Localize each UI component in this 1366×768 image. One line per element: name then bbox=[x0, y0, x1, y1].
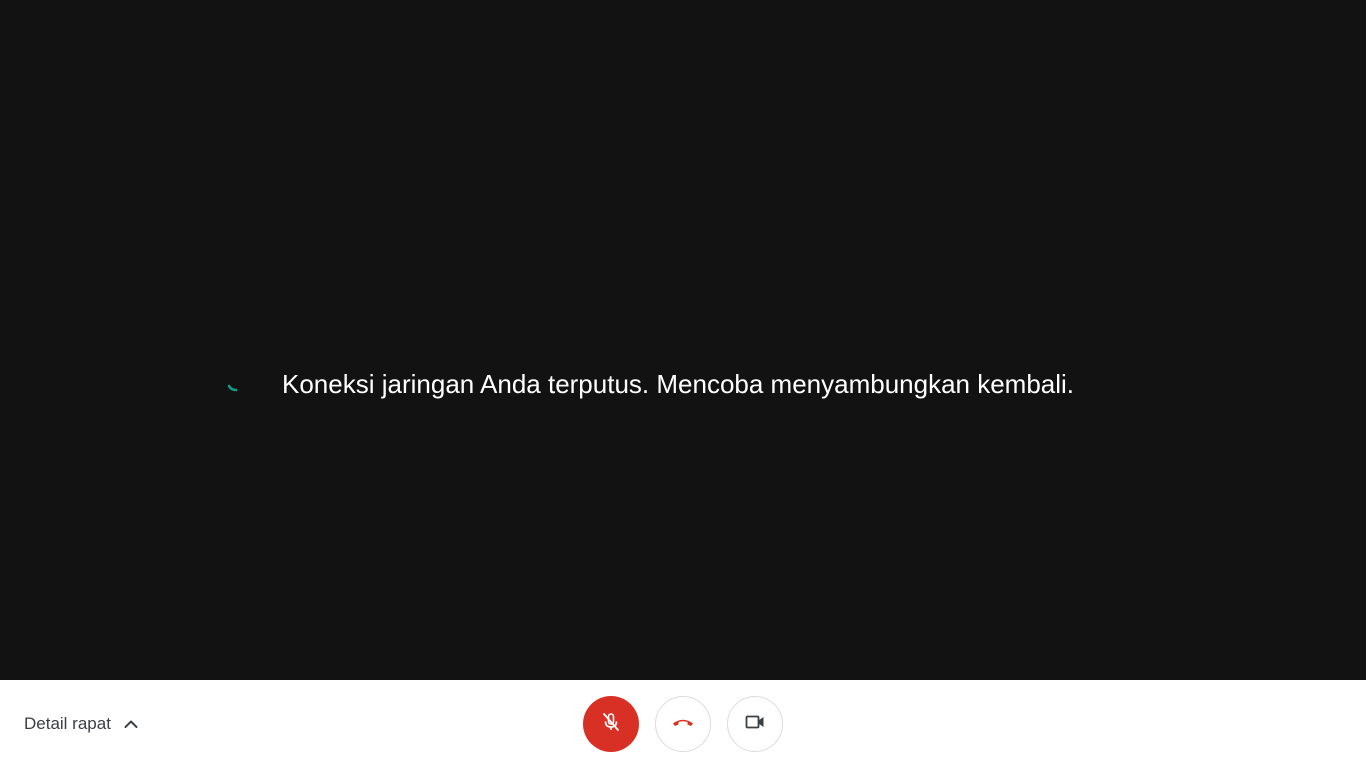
hang-up-icon bbox=[670, 709, 696, 740]
chevron-up-icon bbox=[123, 716, 139, 732]
loading-spinner-icon bbox=[226, 374, 246, 394]
reconnect-message: Koneksi jaringan Anda terputus. Mencoba … bbox=[282, 368, 1075, 399]
camera-toggle-button[interactable] bbox=[727, 696, 783, 752]
bottom-control-bar: Detail rapat bbox=[0, 680, 1366, 768]
microphone-toggle-button[interactable] bbox=[583, 696, 639, 752]
videocam-icon bbox=[743, 710, 767, 739]
meeting-stage: Koneksi jaringan Anda terputus. Mencoba … bbox=[0, 0, 1366, 680]
call-controls bbox=[583, 696, 783, 752]
meeting-details-toggle[interactable]: Detail rapat bbox=[24, 680, 139, 768]
mic-off-icon bbox=[599, 710, 623, 739]
leave-call-button[interactable] bbox=[655, 696, 711, 752]
reconnect-notice: Koneksi jaringan Anda terputus. Mencoba … bbox=[226, 364, 1074, 404]
meeting-details-label: Detail rapat bbox=[24, 714, 111, 733]
